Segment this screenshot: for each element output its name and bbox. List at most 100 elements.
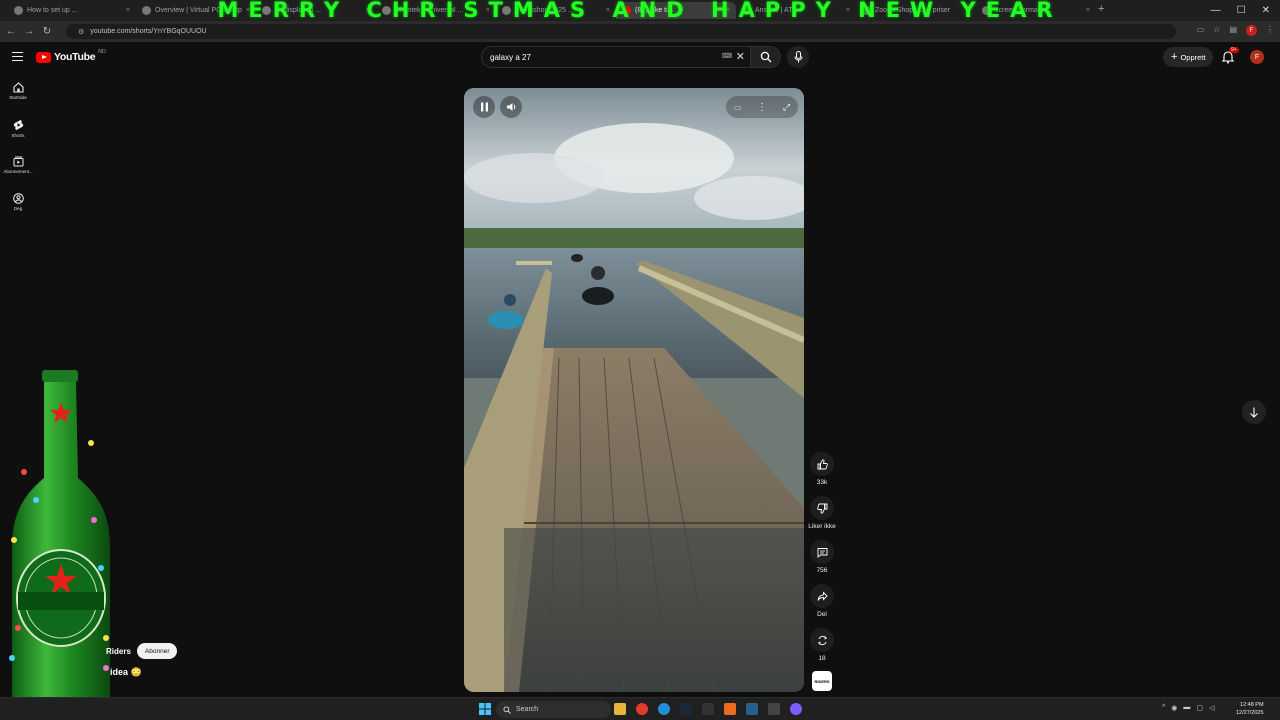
profile-icon[interactable]: F: [1246, 25, 1257, 36]
tab-favicon-icon: [982, 6, 991, 15]
channel-name[interactable]: Riders: [106, 647, 131, 656]
pause-button[interactable]: [473, 96, 495, 118]
app-icon[interactable]: [724, 703, 736, 715]
comment-icon: [817, 547, 827, 558]
tab-close-icon[interactable]: ×: [126, 7, 130, 14]
arrow-down-icon: [1250, 407, 1258, 418]
tab-close-icon[interactable]: ×: [486, 7, 490, 14]
app-icon[interactable]: [768, 703, 780, 715]
youtube-play-icon: [36, 51, 51, 63]
reload-icon[interactable]: ↻: [38, 26, 56, 37]
remix-icon: [817, 635, 827, 645]
browser-tab[interactable]: Overview | Virtual PC Comp ×: [136, 2, 256, 19]
comments-button[interactable]: 756: [806, 540, 838, 574]
guide-item-subscriptions[interactable]: Abonnement...: [0, 156, 36, 174]
youtube-logo[interactable]: YouTube NO: [36, 49, 106, 63]
fullscreen-icon[interactable]: ⤢: [783, 102, 790, 113]
captions-icon[interactable]: ▭: [734, 103, 742, 112]
steam-icon[interactable]: [680, 703, 692, 715]
clear-search-icon[interactable]: ✕: [736, 50, 745, 63]
tab-favicon-icon: [262, 6, 271, 15]
forward-icon[interactable]: →: [20, 26, 38, 37]
taskbar-search[interactable]: Search: [496, 701, 611, 718]
browser-tab[interactable]: Shantek | Universal ... ×: [376, 2, 496, 19]
youtube-favicon-icon: [622, 6, 631, 15]
browser-tab[interactable]: Ansatte | AT... ×: [736, 2, 856, 19]
tab-close-icon[interactable]: ×: [846, 7, 850, 14]
file-explorer-icon[interactable]: [614, 703, 626, 715]
back-icon[interactable]: ←: [2, 26, 20, 37]
tab-close-icon[interactable]: ×: [366, 7, 370, 14]
url-field[interactable]: ⚙ youtube.com/shorts/YnYBGqOUUOU: [66, 24, 1176, 39]
browser-tab[interactable]: Zoopa Shop - Lav priser ×: [856, 2, 976, 19]
hamburger-menu-icon[interactable]: [12, 52, 23, 61]
share-button[interactable]: Del: [806, 584, 838, 618]
sound-channel-thumbnail[interactable]: RIDERS: [812, 671, 832, 691]
network-icon[interactable]: ▢: [1196, 704, 1203, 712]
chrome-icon[interactable]: [636, 703, 648, 715]
browser-tab-active[interactable]: (88) Ikke ti... ×: [616, 2, 736, 19]
tab-close-icon[interactable]: ×: [726, 7, 730, 14]
search-icon: [503, 705, 511, 714]
keyboard-icon[interactable]: ⌨: [722, 52, 732, 60]
tray-app-icon[interactable]: ▬: [1183, 704, 1190, 712]
home-icon: [12, 82, 24, 93]
tab-favicon-icon: [502, 6, 511, 15]
like-button[interactable]: 33k: [806, 452, 838, 486]
browser-tab[interactable]: How to set up ... ×: [8, 2, 136, 19]
more-options-icon[interactable]: ⋮: [757, 102, 767, 113]
remix-button[interactable]: 18: [806, 628, 838, 662]
browser-tab[interactable]: screen dormant ... ×: [976, 2, 1096, 19]
address-bar: ← → ↻ ⚙ youtube.com/shorts/YnYBGqOUUOU ▭…: [0, 21, 1280, 42]
thumbs-up-icon: [817, 458, 828, 469]
player-top-right-controls: ▭ ⋮ ⤢: [726, 96, 798, 118]
tab-close-icon[interactable]: ×: [606, 7, 610, 14]
guide-item-you[interactable]: Deg: [0, 193, 36, 211]
voice-search-button[interactable]: [787, 46, 809, 68]
tray-expand-icon[interactable]: ^: [1162, 704, 1165, 712]
guide-item-shorts[interactable]: Shorts: [0, 119, 36, 138]
tab-close-icon[interactable]: ×: [1086, 7, 1090, 14]
volume-button[interactable]: [500, 96, 522, 118]
microphone-icon: [794, 51, 802, 63]
you-icon: [12, 193, 24, 204]
tab-search-icon[interactable]: ▤: [1229, 25, 1237, 36]
guide-item-home[interactable]: Startside: [0, 82, 36, 100]
tab-favicon-icon: [742, 6, 751, 15]
browser-tab[interactable]: all display ai ... ×: [256, 2, 376, 19]
dislike-button[interactable]: Liker ikke: [806, 496, 838, 530]
site-info-icon[interactable]: ⚙: [78, 28, 84, 36]
shorts-video-player[interactable]: ▭ ⋮ ⤢: [464, 88, 804, 692]
taskbar-clock[interactable]: 12:48 PM 12/27/2025: [1236, 701, 1264, 717]
bookmark-star-icon[interactable]: ☆: [1213, 25, 1220, 36]
new-tab-button[interactable]: +: [1098, 3, 1104, 15]
windows-start-icon[interactable]: [479, 703, 491, 715]
tab-close-icon[interactable]: ×: [966, 7, 970, 14]
thumbs-down-icon: [816, 503, 827, 514]
tab-close-icon[interactable]: ×: [246, 7, 250, 14]
pause-icon: [480, 102, 488, 112]
volume-tray-icon[interactable]: ◁: [1209, 704, 1214, 712]
search-button[interactable]: [751, 46, 781, 68]
app-icon[interactable]: [790, 703, 802, 715]
account-avatar[interactable]: F: [1250, 50, 1264, 64]
app-icon[interactable]: [746, 703, 758, 715]
close-window-icon[interactable]: ✕: [1262, 5, 1270, 16]
search-icon: [760, 51, 771, 63]
minimize-icon[interactable]: —: [1211, 5, 1221, 16]
app-icon[interactable]: [702, 703, 714, 715]
heineken-bottle-decoration: [9, 370, 110, 710]
tray-app-icon[interactable]: ◉: [1171, 704, 1177, 712]
tab-favicon-icon: [382, 6, 391, 15]
edge-icon[interactable]: [658, 703, 670, 715]
next-short-button[interactable]: [1242, 400, 1266, 424]
browser-menu-icon[interactable]: ⋮: [1266, 25, 1274, 36]
subscribe-button[interactable]: Abonner: [136, 643, 178, 659]
tab-favicon-icon: [862, 6, 871, 15]
create-button[interactable]: + Opprett: [1163, 47, 1214, 67]
search-input[interactable]: galaxy a 27 ⌨ ✕: [481, 46, 751, 68]
maximize-icon[interactable]: ☐: [1237, 5, 1246, 16]
browser-tab[interactable]: Photoshop 2025 ... ×: [496, 2, 616, 19]
cast-icon[interactable]: ▭: [1197, 25, 1205, 36]
video-frame-jetski-dock: [464, 88, 804, 692]
